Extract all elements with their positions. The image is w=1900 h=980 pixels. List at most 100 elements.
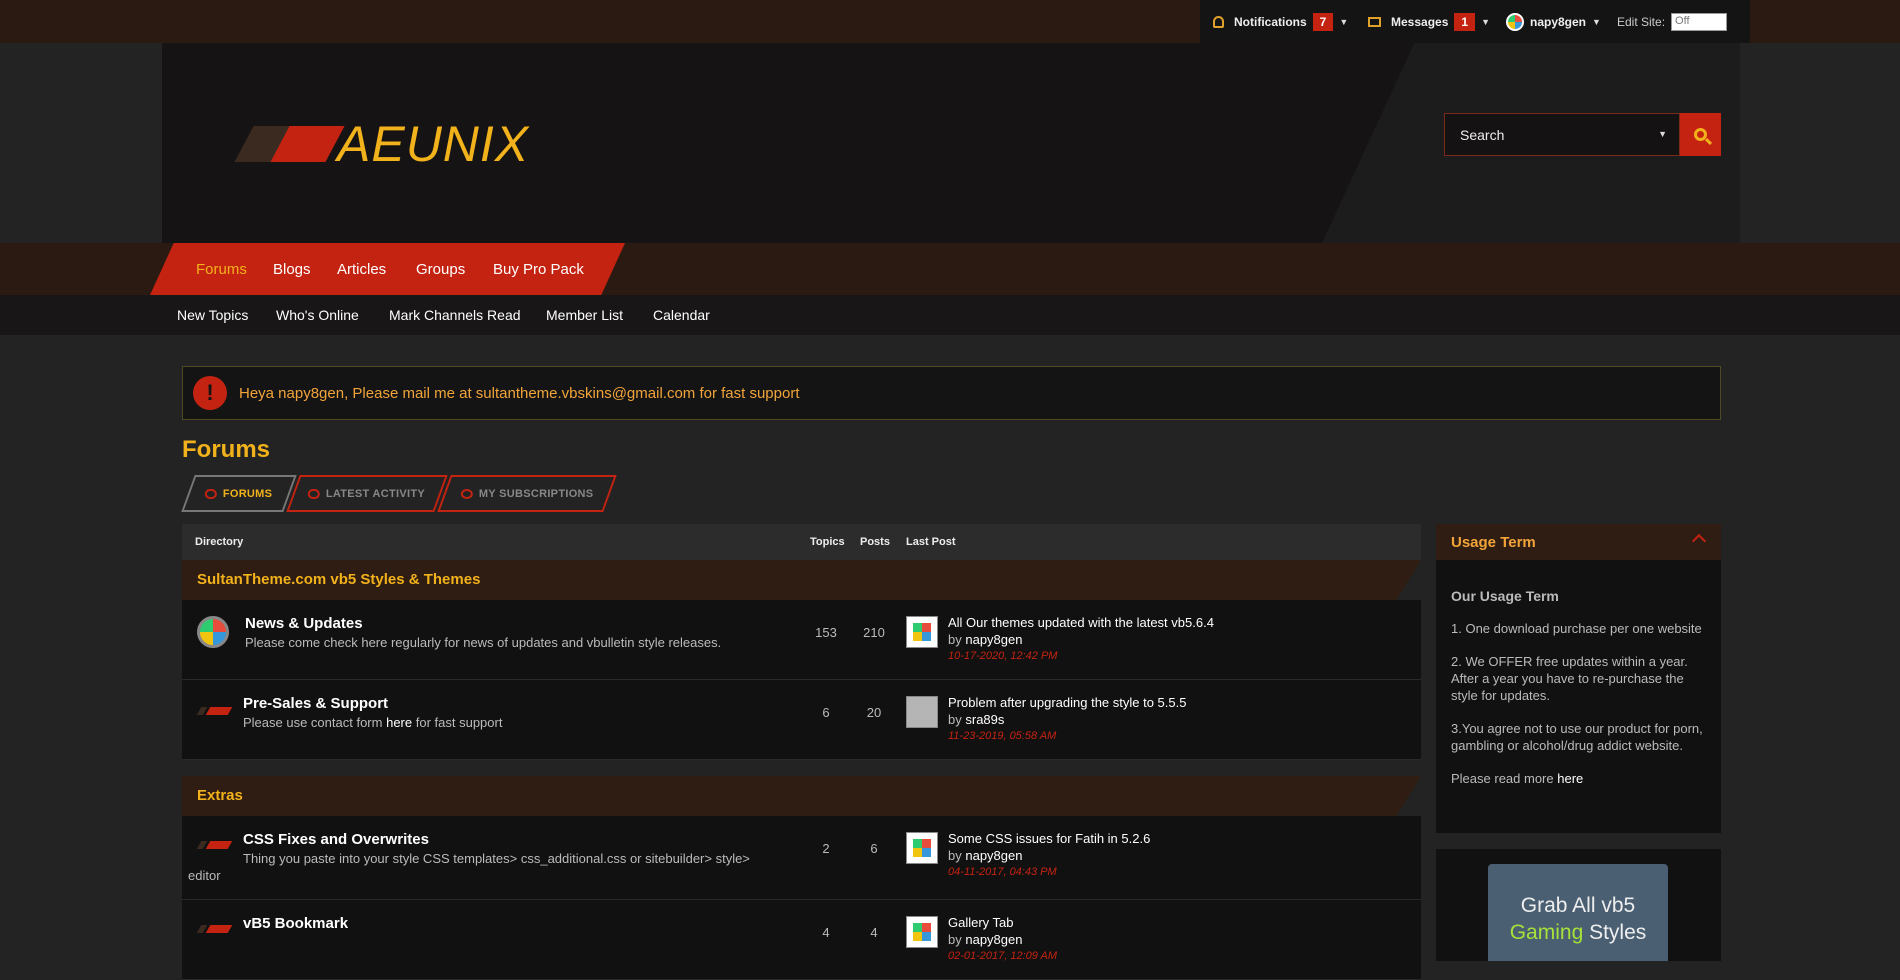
edit-site-toggle[interactable]: Off (1671, 12, 1728, 31)
by-label: by (948, 848, 962, 863)
last-post-title[interactable]: Some CSS issues for Fatih in 5.2.6 (948, 831, 1150, 846)
last-post-author: by napy8gen (948, 632, 1022, 647)
tab-label: FORUMS (223, 487, 273, 500)
forum-description: Thing you paste into your style CSS temp… (243, 851, 750, 866)
subnav-new-topics[interactable]: New Topics (177, 295, 248, 335)
search-input[interactable]: Search ▼ (1444, 113, 1680, 156)
author-link[interactable]: napy8gen (965, 632, 1022, 647)
topics-count: 2 (822, 841, 830, 856)
edit-site-label: Edit Site: (1617, 14, 1666, 29)
promo-line2: Gaming Styles (1488, 919, 1668, 946)
chevron-down-icon: ▼ (1339, 16, 1349, 27)
tab-latest-activity[interactable]: LATEST ACTIVITY (286, 475, 448, 512)
nav-item-forums[interactable]: Forums (196, 243, 247, 295)
notifications-menu[interactable]: Notifications 7 ▼ (1213, 0, 1348, 43)
category-bg (182, 776, 1421, 816)
read-more-text: Please read more (1451, 771, 1554, 786)
posts-count: 4 (870, 925, 878, 940)
col-topics: Topics (810, 536, 845, 548)
author-link[interactable]: napy8gen (965, 848, 1022, 863)
table-row: CSS Fixes and Overwrites Thing you paste… (182, 816, 1421, 900)
by-label: by (948, 632, 962, 647)
forum-description: Please use contact form here for fast su… (243, 715, 502, 730)
subnav-member-list[interactable]: Member List (546, 295, 623, 335)
last-post-title[interactable]: Gallery Tab (948, 915, 1014, 930)
chevron-up-icon[interactable] (1691, 533, 1707, 549)
pinwheel-icon (913, 623, 931, 641)
subnav-calendar[interactable]: Calendar (653, 295, 710, 335)
forum-description-cont: editor (188, 868, 221, 883)
last-post-title[interactable]: All Our themes updated with the latest v… (948, 615, 1214, 630)
posts-count: 6 (870, 841, 878, 856)
avatar (1506, 12, 1524, 31)
last-post-avatar[interactable] (906, 616, 938, 648)
last-post-date: 02-01-2017, 12:09 AM (948, 950, 1058, 962)
col-directory: Directory (195, 536, 244, 548)
site-logo[interactable]: AEUNIX (337, 115, 529, 173)
contact-link[interactable]: here (386, 715, 412, 730)
messages-menu[interactable]: Messages 1 ▼ (1368, 0, 1490, 43)
author-link[interactable]: napy8gen (965, 932, 1022, 947)
forum-icon (205, 707, 233, 715)
table-row: Pre-Sales & Support Please use contact f… (182, 680, 1421, 760)
desc-text: for fast support (415, 715, 503, 730)
tab-forums[interactable]: FORUMS (181, 475, 297, 512)
forum-title[interactable]: CSS Fixes and Overwrites (243, 831, 429, 848)
last-post-avatar[interactable] (906, 916, 938, 948)
posts-count: 210 (863, 625, 885, 640)
subnav-whos-online[interactable]: Who's Online (276, 295, 359, 335)
chevron-down-icon[interactable]: ▼ (1658, 129, 1667, 139)
col-posts: Posts (860, 536, 890, 548)
last-post-title[interactable]: Problem after upgrading the style to 5.5… (948, 695, 1186, 710)
last-post-avatar[interactable] (906, 832, 938, 864)
read-more-link[interactable]: here (1557, 771, 1583, 786)
support-alert: ! Heya napy8gen, Please mail me at sulta… (182, 366, 1721, 420)
desc-text: Please use contact form (243, 715, 383, 730)
forum-title[interactable]: News & Updates (245, 615, 363, 632)
category-header[interactable]: SultanTheme.com vb5 Styles & Themes (182, 560, 1421, 600)
notifications-label: Notifications (1234, 14, 1307, 29)
widget-header[interactable]: Usage Term (1436, 524, 1721, 560)
check-circle-icon (460, 488, 473, 499)
search-icon (1694, 128, 1707, 141)
nav-item-groups[interactable]: Groups (416, 243, 465, 295)
edit-site-control: Edit Site: Off (1617, 0, 1728, 43)
forum-title[interactable]: Pre-Sales & Support (243, 695, 388, 712)
subnav-mark-channels-read[interactable]: Mark Channels Read (389, 295, 521, 335)
last-post-author: by napy8gen (948, 848, 1022, 863)
user-menu[interactable]: napy8gen ▼ (1506, 0, 1601, 43)
category-title[interactable]: Extras (197, 787, 243, 804)
promo-banner[interactable]: Grab All vb5 Gaming Styles (1488, 864, 1668, 961)
search-button[interactable] (1680, 113, 1721, 156)
category-title[interactable]: SultanTheme.com vb5 Styles & Themes (197, 571, 480, 588)
nav-item-buy-pro-pack[interactable]: Buy Pro Pack (493, 243, 584, 295)
forum-icon (205, 925, 233, 933)
last-post-author: by napy8gen (948, 932, 1022, 947)
widget-body: Our Usage Term 1. One download purchase … (1436, 560, 1721, 787)
topics-count: 6 (822, 705, 830, 720)
bell-icon (1213, 15, 1224, 28)
last-post-date: 10-17-2020, 12:42 PM (948, 650, 1058, 662)
nav-item-articles[interactable]: Articles (337, 243, 386, 295)
pinwheel-icon (913, 839, 931, 857)
chevron-down-icon: ▼ (1481, 16, 1490, 27)
forum-description: Please come check here regularly for new… (245, 635, 722, 650)
notifications-badge: 7 (1312, 12, 1334, 31)
messages-label: Messages (1391, 14, 1449, 29)
by-label: by (948, 932, 962, 947)
term-item: 3.You agree not to use our product for p… (1451, 721, 1703, 753)
author-link[interactable]: sra89s (965, 712, 1004, 727)
last-post-date: 04-11-2017, 04:43 PM (948, 866, 1057, 878)
forum-title[interactable]: vB5 Bookmark (243, 915, 348, 932)
tab-label: MY SUBSCRIPTIONS (478, 487, 594, 500)
widget-title: Usage Term (1451, 534, 1536, 551)
page-title: Forums (182, 436, 271, 463)
tab-my-subscriptions[interactable]: MY SUBSCRIPTIONS (437, 475, 617, 512)
last-post-avatar[interactable] (906, 696, 938, 728)
topics-count: 153 (815, 625, 837, 640)
term-item: 2. We OFFER free updates within a year. … (1451, 654, 1688, 703)
category-header[interactable]: Extras (182, 776, 1421, 816)
nav-item-blogs[interactable]: Blogs (273, 243, 311, 295)
topics-count: 4 (822, 925, 830, 940)
alert-text: Heya napy8gen, Please mail me at sultant… (239, 384, 800, 402)
